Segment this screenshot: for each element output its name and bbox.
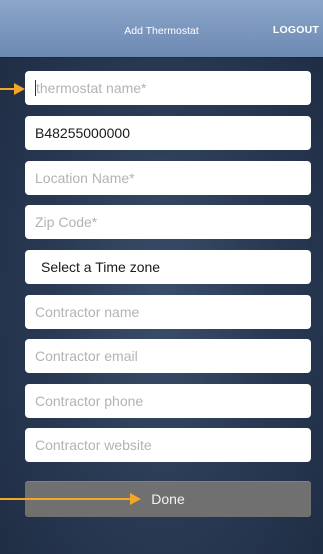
annotation-arrow-top-head [14,83,25,95]
top-bar: Add Thermostat LOGOUT [0,0,323,57]
contractor-name-placeholder: Contractor name [35,304,140,320]
app-screen: Add Thermostat LOGOUT thermostat name* B… [0,0,323,554]
time-zone-select[interactable]: Select a Time zone [25,250,311,284]
location-name-placeholder: Location Name* [35,170,135,186]
zip-code-field[interactable]: Zip Code* [25,205,311,239]
serial-number-value: B48255000000 [35,125,130,141]
contractor-email-field[interactable]: Contractor email [25,339,311,373]
thermostat-name-field[interactable]: thermostat name* [25,71,311,105]
location-name-field[interactable]: Location Name* [25,161,311,195]
serial-number-field[interactable]: B48255000000 [25,116,311,150]
contractor-website-placeholder: Contractor website [35,437,152,453]
done-button-label: Done [151,491,185,507]
time-zone-select-label: Select a Time zone [41,259,161,275]
contractor-website-field[interactable]: Contractor website [25,428,311,462]
annotation-arrow-bottom-line [0,498,131,500]
zip-code-placeholder: Zip Code* [35,214,98,230]
thermostat-name-placeholder: thermostat name* [36,80,147,96]
contractor-email-placeholder: Contractor email [35,348,138,364]
contractor-name-field[interactable]: Contractor name [25,295,311,329]
contractor-phone-field[interactable]: Contractor phone [25,384,311,418]
annotation-arrow-bottom-head [130,493,141,505]
contractor-phone-placeholder: Contractor phone [35,393,144,409]
logout-button[interactable]: LOGOUT [273,24,319,36]
